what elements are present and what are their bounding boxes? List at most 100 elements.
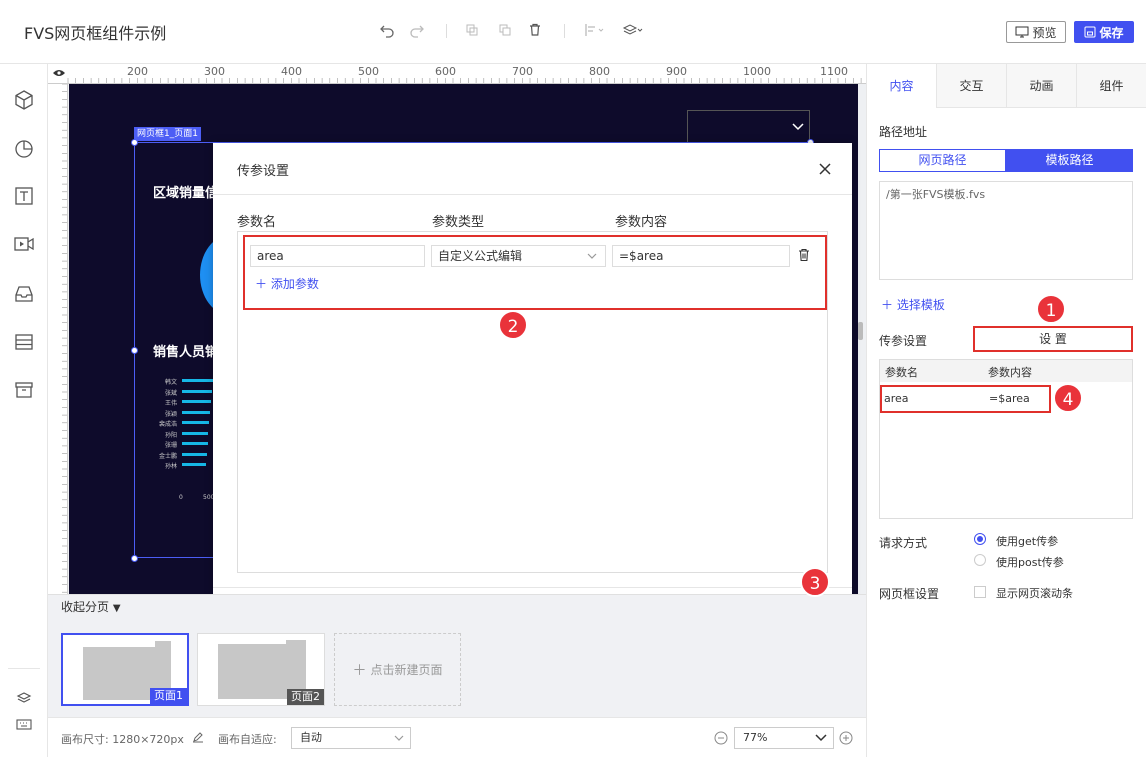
page-label: 页面2 (287, 689, 324, 705)
thumbnail-preview (155, 641, 171, 649)
dropdown-widget[interactable] (687, 110, 810, 146)
ruler-label: 1100 (820, 65, 848, 78)
align-icon[interactable] (584, 22, 604, 42)
cube-icon[interactable] (12, 88, 36, 112)
page-label: 页面1 (150, 688, 187, 704)
app-title: FVS网页框组件示例 (24, 24, 167, 43)
ruler-label: 400 (281, 65, 302, 78)
param-type-select[interactable]: 自定义公式编辑 (431, 245, 606, 267)
step-badge: 3 (800, 567, 830, 597)
paste-icon[interactable] (497, 22, 517, 42)
tab-interaction[interactable]: 交互 (936, 64, 1006, 108)
panel-splitter[interactable] (858, 322, 863, 340)
thumbnail-preview (286, 640, 306, 646)
step-badge: 2 (498, 310, 528, 340)
table-icon[interactable] (12, 330, 36, 354)
layers-icon[interactable] (12, 688, 36, 712)
radio-post[interactable] (974, 554, 986, 566)
zoom-in-icon[interactable] (839, 731, 853, 745)
triangle-down-icon: ▼ (112, 603, 121, 614)
save-label: 保存 (1099, 25, 1124, 40)
chevron-down-icon (815, 734, 827, 742)
add-param-link[interactable]: ＋ 添加参数 (255, 275, 319, 292)
ruler-label: 500 (358, 65, 379, 78)
param-name-input[interactable]: area (250, 245, 425, 267)
redo-icon[interactable] (408, 22, 428, 42)
param-content-input[interactable]: =$area (612, 245, 790, 267)
tab-content[interactable]: 内容 (867, 64, 936, 108)
close-icon[interactable] (815, 159, 835, 179)
preview-button[interactable]: 预览 (1006, 21, 1066, 43)
bar-label: 金士鹏 (158, 452, 177, 460)
bar (182, 389, 213, 393)
web-path-toggle[interactable]: 网页路径 (879, 149, 1006, 172)
archive-icon[interactable] (12, 378, 36, 402)
set-params-button[interactable]: 设 置 (973, 326, 1133, 352)
page-thumbnail[interactable]: 页面1 (61, 633, 189, 706)
ruler-label: 1000 (743, 65, 771, 78)
ruler-label: 700 (512, 65, 533, 78)
top-bar (0, 0, 1146, 64)
bar (182, 431, 209, 435)
layer-order-icon[interactable] (622, 22, 643, 42)
keyboard-icon[interactable] (12, 716, 36, 740)
bar-label: 孙林 (164, 463, 177, 470)
path-textarea[interactable]: /第一张FVS模板.fvs (879, 181, 1133, 280)
resize-handle[interactable] (131, 139, 138, 146)
eye-icon[interactable] (52, 67, 66, 79)
tab-component[interactable]: 组件 (1076, 64, 1146, 108)
chart-title: 销售人员销 (153, 345, 219, 360)
collapse-pages-toggle[interactable]: 收起分页 ▼ (61, 598, 121, 615)
trash-icon[interactable] (797, 248, 811, 262)
bar-label: 张珊 (164, 442, 177, 449)
copy-icon[interactable] (464, 22, 484, 42)
resize-handle[interactable] (131, 555, 138, 562)
adapt-select[interactable]: 自动 (291, 727, 411, 749)
radio-get[interactable] (974, 533, 986, 545)
page-thumbnail[interactable]: 页面2 (197, 633, 325, 706)
template-path-toggle[interactable]: 模板路径 (1006, 149, 1133, 172)
select-template-link[interactable]: ＋ 选择模板 (881, 296, 945, 313)
bar-label: 张斌 (164, 389, 177, 397)
bar-label: 张颖 (164, 410, 177, 418)
bar-label: 裴成浩 (158, 421, 177, 428)
ruler-label: 600 (435, 65, 456, 78)
highlight-box (880, 385, 1051, 413)
header-param-content: 参数内容 (988, 366, 1032, 379)
plus-icon: ＋ (352, 662, 367, 679)
component-toolbar (0, 64, 48, 757)
step-badge: 1 (1036, 294, 1066, 324)
frame-setting-label: 网页框设置 (879, 587, 940, 601)
radio-get-label: 使用get传参 (996, 535, 1059, 548)
col-param-content: 参数内容 (615, 215, 668, 230)
pie-chart-icon[interactable] (12, 136, 36, 160)
ruler-label: 300 (204, 65, 225, 78)
delete-icon[interactable] (527, 22, 547, 42)
param-type-value: 自定义公式编辑 (438, 249, 523, 263)
plus-icon: ＋ (255, 277, 268, 291)
add-param-label: 添加参数 (270, 277, 319, 291)
zoom-out-icon[interactable] (714, 731, 728, 745)
toolbar-divider (8, 668, 40, 669)
select-template-label: 选择模板 (896, 298, 945, 312)
zoom-select[interactable]: 77% (734, 727, 834, 749)
axis-tick: 0 (179, 494, 183, 501)
ruler-label: 800 (589, 65, 610, 78)
text-icon[interactable] (12, 184, 36, 208)
preview-label: 预览 (1032, 25, 1057, 40)
undo-icon[interactable] (378, 22, 398, 42)
save-icon (1084, 26, 1096, 38)
video-icon[interactable] (12, 232, 36, 256)
new-page-label: 点击新建页面 (370, 663, 443, 677)
scrollbar-checkbox[interactable] (974, 586, 986, 598)
resize-handle[interactable] (131, 347, 138, 354)
divider (213, 587, 852, 588)
new-page-button[interactable]: ＋ 点击新建页面 (334, 633, 461, 706)
params-table (879, 359, 1133, 519)
tab-animation[interactable]: 动画 (1006, 64, 1076, 108)
plus-icon: ＋ (881, 298, 894, 312)
save-button[interactable]: 保存 (1074, 21, 1134, 43)
inbox-icon[interactable] (12, 282, 36, 306)
canvas-size-text: 画布尺寸: 1280×720px (61, 733, 184, 746)
edit-icon[interactable] (192, 731, 204, 743)
